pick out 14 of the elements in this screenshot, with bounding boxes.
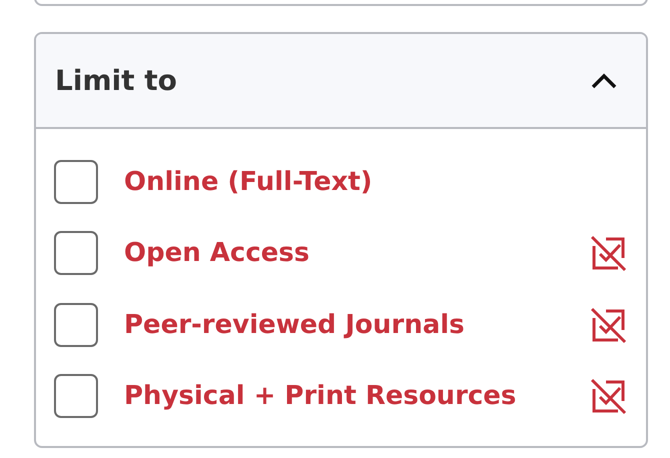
option-label[interactable]: Online (Full-Text) bbox=[124, 166, 628, 197]
option-label[interactable]: Physical + Print Resources bbox=[124, 381, 590, 412]
option-label[interactable]: Open Access bbox=[124, 238, 590, 268]
exclude-icon[interactable] bbox=[590, 377, 628, 416]
exclude-icon[interactable] bbox=[590, 234, 628, 272]
panel-header[interactable]: Limit to bbox=[36, 34, 646, 129]
panel-title: Limit to bbox=[55, 64, 177, 97]
checkbox[interactable] bbox=[54, 160, 98, 204]
checkbox[interactable] bbox=[54, 374, 98, 418]
option-label[interactable]: Peer-reviewed Journals bbox=[124, 310, 590, 340]
chevron-up-icon bbox=[590, 72, 618, 90]
checkbox[interactable] bbox=[54, 231, 98, 276]
exclude-icon[interactable] bbox=[590, 306, 628, 344]
checkbox[interactable] bbox=[54, 302, 98, 347]
